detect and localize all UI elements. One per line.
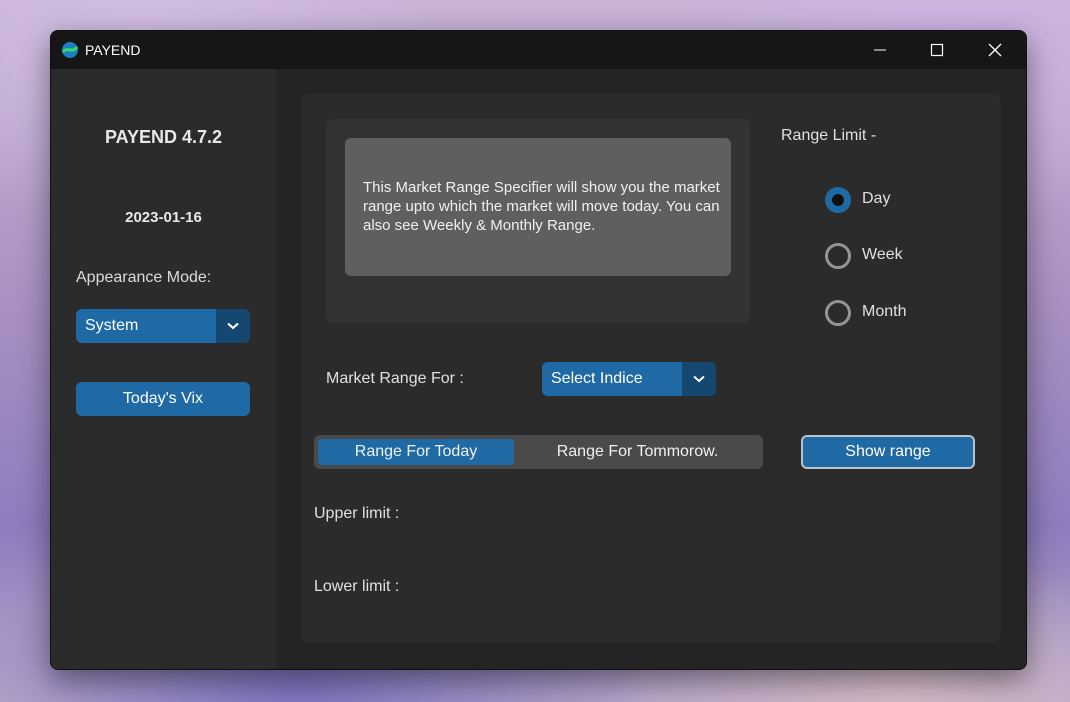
info-text: This Market Range Specifier will show yo… [363, 179, 720, 234]
market-range-label: Market Range For : [326, 370, 464, 387]
main-panel: This Market Range Specifier will show yo… [301, 94, 1001, 643]
indice-value: Select Indice [551, 370, 643, 387]
app-logo-icon [61, 42, 79, 58]
close-button[interactable] [966, 31, 1024, 69]
indice-dropdown[interactable]: Select Indice [542, 362, 716, 396]
minimize-icon [874, 49, 886, 51]
appearance-mode-value: System [85, 317, 139, 334]
app-window: PAYEND PAYEND 4.7.2 2023-01-16 Appearanc… [50, 30, 1027, 670]
range-limit-label: Range Limit - [781, 127, 877, 144]
window-title: PAYEND [85, 42, 141, 58]
segment-range-tomorrow[interactable]: Range For Tommorow. [516, 439, 759, 465]
dropdown-arrow-button[interactable] [682, 362, 716, 396]
radio-day-label: Day [862, 190, 891, 207]
todays-vix-button[interactable]: Today's Vix [76, 382, 250, 416]
maximize-icon [930, 43, 944, 57]
chevron-down-icon [693, 375, 705, 383]
close-icon [988, 43, 1002, 57]
radio-selected-icon [825, 187, 851, 213]
range-segmented-control: Range For Today Range For Tommorow. [314, 435, 763, 469]
radio-month-label: Month [862, 303, 907, 320]
appearance-mode-dropdown[interactable]: System [76, 309, 250, 343]
upper-limit-label: Upper limit : [314, 505, 400, 522]
show-range-button[interactable]: Show range [801, 435, 975, 469]
info-frame: This Market Range Specifier will show yo… [326, 119, 750, 323]
radio-unselected-icon [825, 243, 851, 269]
dropdown-arrow-button[interactable] [216, 309, 250, 343]
sidebar: PAYEND 4.7.2 2023-01-16 Appearance Mode:… [51, 69, 276, 669]
current-date: 2023-01-16 [125, 209, 202, 226]
appearance-mode-label: Appearance Mode: [76, 269, 212, 286]
minimize-button[interactable] [851, 31, 909, 69]
chevron-down-icon [227, 322, 239, 330]
info-box: This Market Range Specifier will show yo… [345, 138, 731, 276]
radio-week-label: Week [862, 246, 903, 263]
radio-unselected-icon [825, 300, 851, 326]
segment-range-today[interactable]: Range For Today [318, 439, 514, 465]
title-bar[interactable]: PAYEND [51, 31, 1026, 69]
app-version-title: PAYEND 4.7.2 [104, 127, 223, 147]
lower-limit-label: Lower limit : [314, 578, 400, 595]
maximize-button[interactable] [908, 31, 966, 69]
